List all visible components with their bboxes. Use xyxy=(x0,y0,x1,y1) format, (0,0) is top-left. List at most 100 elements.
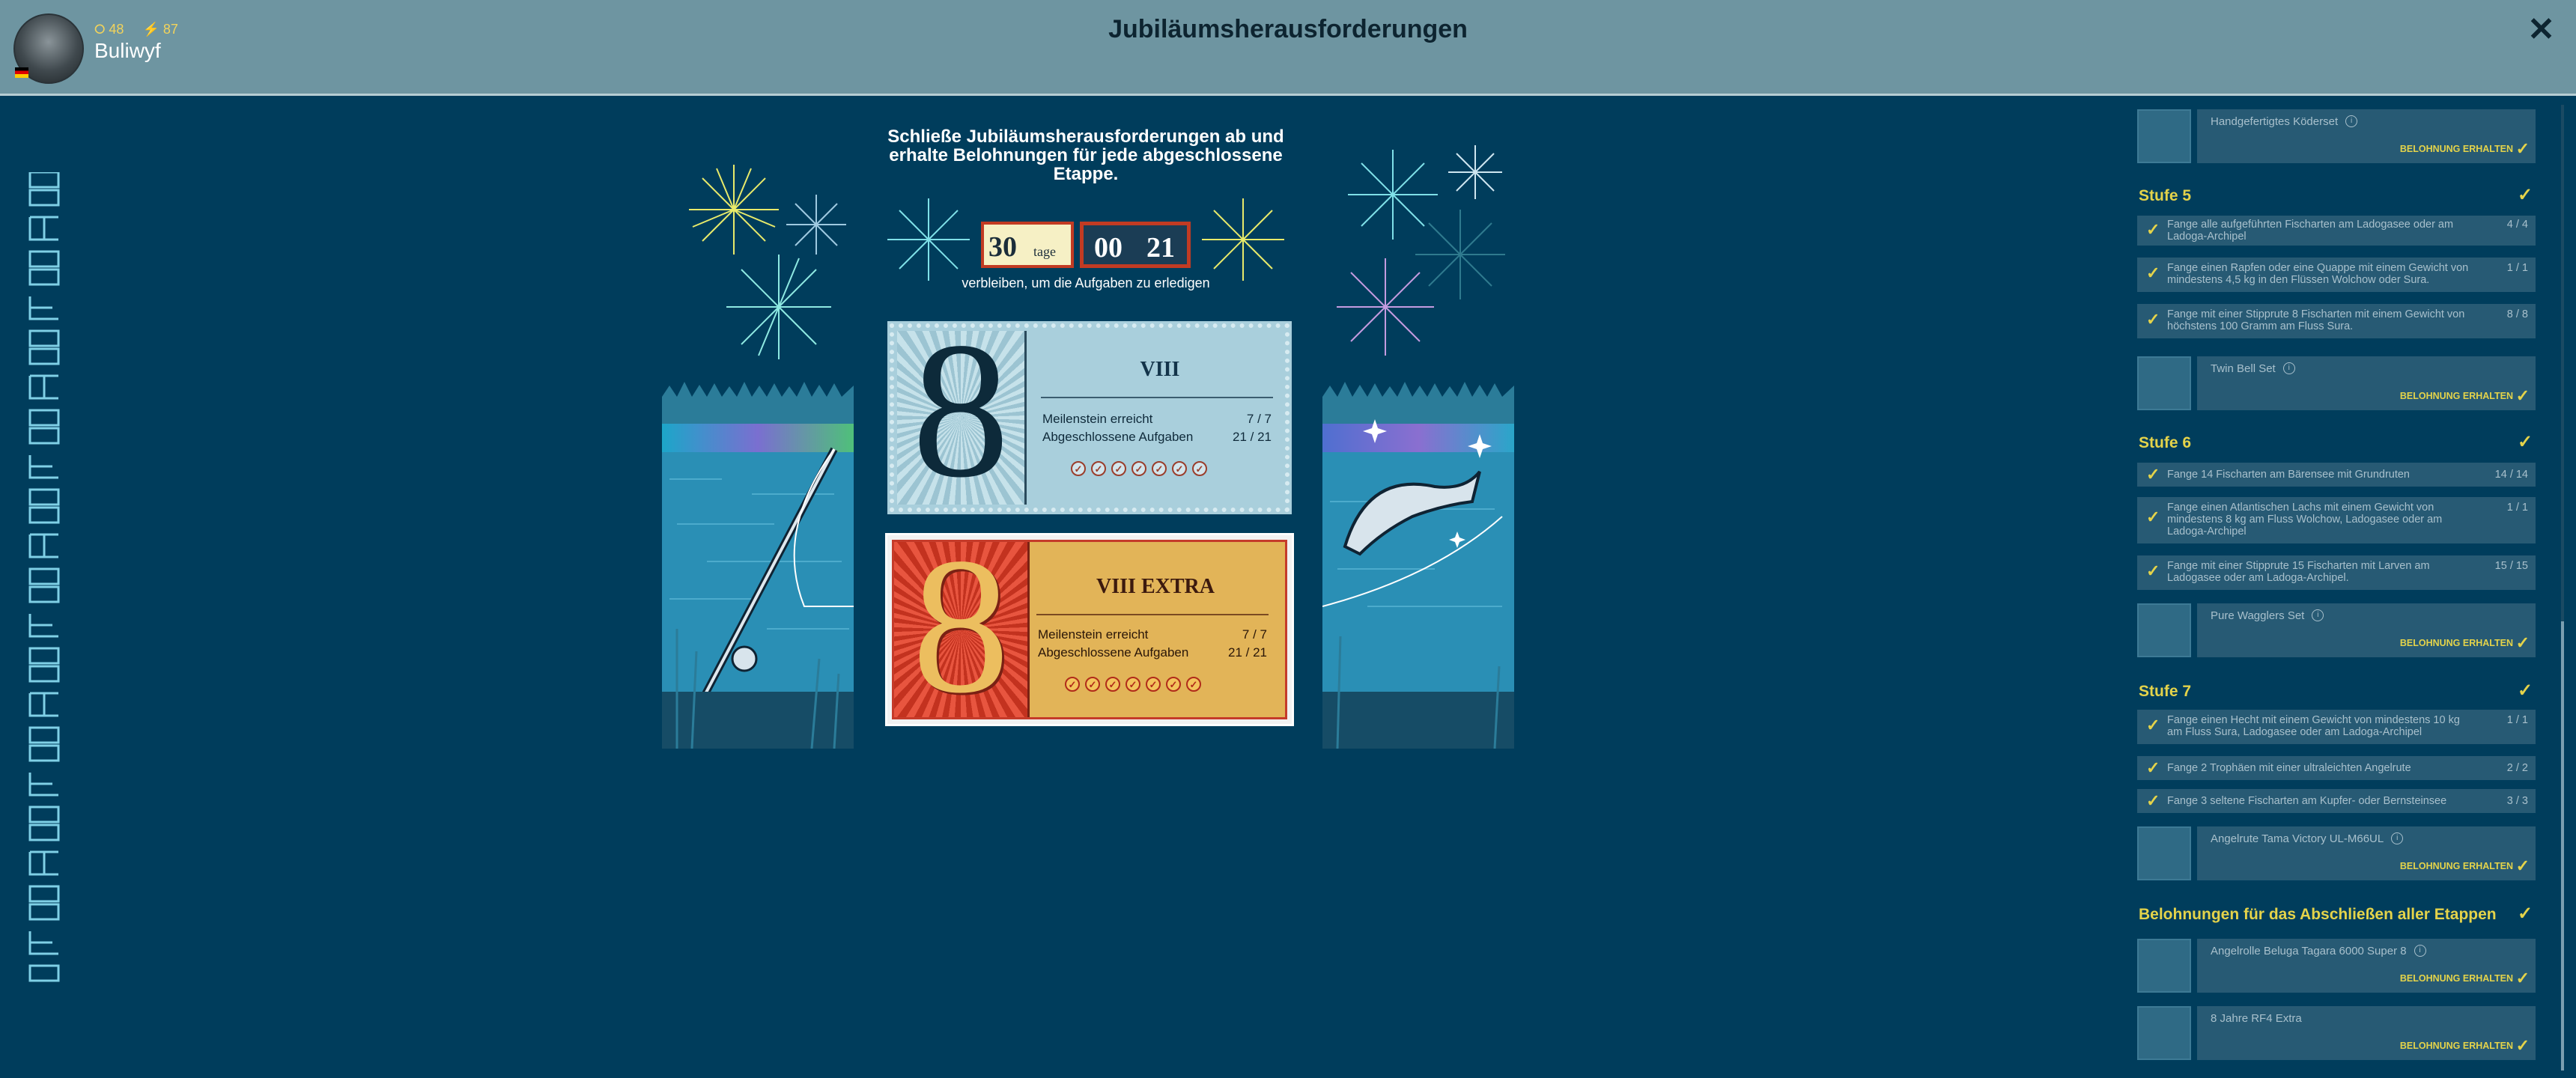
check-icon: ✓ xyxy=(2146,758,2160,777)
milestone-card-viii[interactable]: 8 VIII Meilenstein erreicht 7 / 7 Abgesc… xyxy=(887,313,1292,514)
check-icon: ✓ xyxy=(2146,220,2160,239)
milestone-label: Meilenstein erreicht xyxy=(1042,412,1153,426)
check-icon: ✓ xyxy=(2146,561,2160,580)
check-icon: ✓ xyxy=(1146,677,1161,692)
task-text: Fange mit einer Stipprute 8 Fischarten m… xyxy=(2167,308,2465,332)
tasks-value: 21 / 21 xyxy=(1233,430,1272,444)
reward-image-lure-set-icon xyxy=(2137,109,2191,163)
reward-twin-bell-set: Twin Bell Set i BELOHNUNG ERHALTEN ✓ xyxy=(2197,356,2536,410)
check-icon: ✓ xyxy=(2515,386,2530,405)
check-icon: ✓ xyxy=(1085,677,1100,692)
task-item: ✓ Fange mit einer Stipprute 8 Fischarten… xyxy=(2137,304,2536,338)
check-icon: ✓ xyxy=(2146,310,2160,329)
stage-5-title: Stufe 5 xyxy=(2139,187,2192,204)
reward-beluga-reel: Angelrolle Beluga Tagara 6000 Super 8 i B… xyxy=(2197,939,2536,993)
check-icon: ✓ xyxy=(1065,677,1080,692)
info-icon[interactable]: i xyxy=(2312,609,2324,621)
task-progress: 2 / 2 xyxy=(2506,762,2528,774)
milestone-label: Meilenstein erreicht xyxy=(1038,627,1149,642)
jumping-pike-scene xyxy=(1322,382,1514,749)
page-title: Jubiläumsherausforderungen xyxy=(1108,15,1468,43)
check-icon: ✓ xyxy=(2515,969,2530,987)
card-big-number: 8 xyxy=(912,518,1009,734)
header-bar: ⭘ 48 ⚡ 87 Buliwyf Jubiläumsherausforderu… xyxy=(0,0,2576,96)
reward-name-text: Angelrute Tama Victory UL-M66UL xyxy=(2211,832,2384,845)
reward-name: Twin Bell Set i xyxy=(2211,362,2295,375)
divider xyxy=(1041,397,1273,398)
hours-value: 00 xyxy=(1094,232,1123,264)
check-icon: ✓ xyxy=(1105,677,1120,692)
task-progress: 4 / 4 xyxy=(2506,219,2528,231)
check-icon: ✓ xyxy=(1152,461,1167,476)
card-inner: 8 VIII EXTRA Meilenstein erreicht 7 / 7 … xyxy=(892,529,1287,723)
check-icon: ✓ xyxy=(1166,677,1181,692)
close-button[interactable]: ✕ xyxy=(2527,10,2555,49)
claim-reward-button[interactable]: BELOHNUNG ERHALTEN xyxy=(2400,861,2513,871)
reward-name: 8 Jahre RF4 Extra xyxy=(2211,1012,2302,1025)
check-icon: ✓ xyxy=(1192,461,1207,476)
reward-name: Angelrolle Beluga Tagara 6000 Super 8 i xyxy=(2211,945,2426,957)
task-progress: 1 / 1 xyxy=(2506,502,2528,514)
check-icon: ✓ xyxy=(2146,791,2160,810)
task-text: Fange einen Atlantischen Lachs mit einem… xyxy=(2167,502,2443,538)
time-box: 00 21 xyxy=(1080,222,1191,268)
milestone-card-viii-extra[interactable]: 8 VIII EXTRA Meilenstein erreicht 7 / 7 … xyxy=(885,529,1294,726)
check-icon: ✓ xyxy=(2515,139,2530,158)
task-item: ✓ Fange mit einer Stipprute 15 Fischarte… xyxy=(2137,555,2536,590)
check-icon: ✓ xyxy=(2518,904,2533,924)
claim-reward-button[interactable]: BELOHNUNG ERHALTEN xyxy=(2400,391,2513,401)
reward-name-text: Pure Wagglers Set xyxy=(2211,609,2305,622)
claim-reward-button[interactable]: BELOHNUNG ERHALTEN xyxy=(2400,638,2513,648)
info-icon[interactable]: i xyxy=(2282,362,2295,374)
country-flag-icon xyxy=(15,67,28,78)
days-value: 30 xyxy=(988,231,1017,263)
milestone-checks: ✓ ✓ ✓ ✓ ✓ ✓ ✓ xyxy=(1071,461,1212,476)
task-text: Fange alle aufgeführten Fischarten am La… xyxy=(2167,219,2454,243)
fishing-rod-scene xyxy=(662,382,854,749)
reward-name-text: Twin Bell Set xyxy=(2211,362,2276,375)
milestone-value: 7 / 7 xyxy=(1246,412,1272,426)
task-item: ✓ Fange 2 Trophäen mit einer ultraleicht… xyxy=(2137,756,2536,780)
reward-image-rod-icon xyxy=(2137,826,2191,880)
days-box: 30 tage xyxy=(981,222,1074,268)
tasks-value: 21 / 21 xyxy=(1228,645,1267,660)
check-icon: ✓ xyxy=(2515,856,2530,875)
reward-image-twin-bell-icon xyxy=(2137,356,2191,410)
claim-reward-button[interactable]: BELOHNUNG ERHALTEN xyxy=(2400,144,2513,154)
all-stages-title: Belohnungen für das Abschließen aller Et… xyxy=(2139,906,2497,923)
check-icon: ✓ xyxy=(2146,264,2160,282)
check-icon: ✓ xyxy=(2515,633,2530,652)
task-progress: 3 / 3 xyxy=(2506,795,2528,807)
check-icon: ✓ xyxy=(1126,677,1140,692)
task-text: Fange 2 Trophäen mit einer ultraleichten… xyxy=(2167,762,2411,774)
tasks-label: Abgeschlossene Aufgaben xyxy=(1042,430,1194,444)
check-icon: ✓ xyxy=(2518,680,2533,701)
task-text: Fange einen Hecht mit einem Gewicht von … xyxy=(2167,714,2460,738)
divider xyxy=(1036,614,1269,615)
claim-reward-button[interactable]: BELOHNUNG ERHALTEN xyxy=(2400,973,2513,984)
check-icon: ✓ xyxy=(2146,716,2160,734)
reward-image-badge-icon xyxy=(2137,1006,2191,1060)
task-text: Fange 14 Fischarten am Bärensee mit Grun… xyxy=(2167,469,2410,481)
task-progress: 1 / 1 xyxy=(2506,262,2528,274)
card-title: VIII xyxy=(1140,358,1180,381)
task-item: ✓ Fange einen Atlantischen Lachs mit ein… xyxy=(2137,497,2536,543)
task-item: ✓ Fange einen Hecht mit einem Gewicht vo… xyxy=(2137,710,2536,744)
check-icon: ✓ xyxy=(1071,461,1086,476)
scrollbar-thumb[interactable] xyxy=(2561,621,2564,1071)
task-progress: 14 / 14 xyxy=(2494,469,2528,481)
info-icon[interactable]: i xyxy=(2345,115,2358,127)
reward-image-reel-icon xyxy=(2137,939,2191,993)
minutes-value: 21 xyxy=(1146,232,1175,264)
reward-tama-victory-rod: Angelrute Tama Victory UL-M66UL i BELOHNU… xyxy=(2197,826,2536,880)
check-icon: ✓ xyxy=(1186,677,1201,692)
claim-reward-button[interactable]: BELOHNUNG ERHALTEN xyxy=(2400,1041,2513,1051)
task-item: ✓ Fange alle aufgeführten Fischarten am … xyxy=(2137,216,2536,246)
task-item: ✓ Fange 14 Fischarten am Bärensee mit Gr… xyxy=(2137,463,2536,487)
check-icon: ✓ xyxy=(1172,461,1187,476)
task-item: ✓ Fange 3 seltene Fischarten am Kupfer- … xyxy=(2137,789,2536,813)
task-text: Fange 3 seltene Fischarten am Kupfer- od… xyxy=(2167,795,2447,807)
info-icon[interactable]: i xyxy=(2414,945,2426,957)
info-icon[interactable]: i xyxy=(2391,832,2404,844)
tasks-label: Abgeschlossene Aufgaben xyxy=(1038,645,1189,660)
